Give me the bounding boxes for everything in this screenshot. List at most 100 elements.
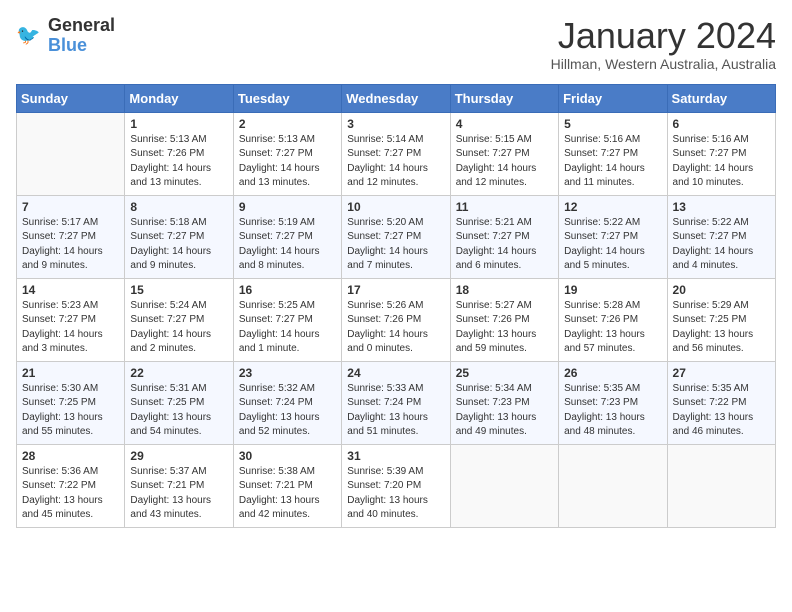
day-number: 6 [673,117,770,131]
day-info: Sunrise: 5:27 AM Sunset: 7:26 PM Dayligh… [456,299,553,357]
logo-bird-icon: 🐦 [16,22,44,50]
day-info: Sunrise: 5:13 AM Sunset: 7:27 PM Dayligh… [239,133,336,191]
day-info: Sunrise: 5:31 AM Sunset: 7:25 PM Dayligh… [130,382,227,440]
day-header-thursday: Thursday [450,84,558,112]
week-row-4: 21 Sunrise: 5:30 AM Sunset: 7:25 PM Dayli… [17,361,776,444]
day-info: Sunrise: 5:22 AM Sunset: 7:27 PM Dayligh… [564,216,661,274]
calendar-cell: 20Sunrise: 5:29 AM Sunset: 7:25 PM Dayli… [667,278,775,361]
calendar-cell: 16 Sunrise: 5:25 AM Sunset: 7:27 PM Dayli… [233,278,341,361]
day-number: 13 [673,200,770,214]
calendar-cell: 15 Sunrise: 5:24 AM Sunset: 7:27 PM Dayli… [125,278,233,361]
day-number: 22 [130,366,227,380]
day-info: Sunrise: 5:23 AM Sunset: 7:27 PM Dayligh… [22,299,119,357]
day-info: Sunrise: 5:14 AM Sunset: 7:27 PM Dayligh… [347,133,444,191]
week-row-2: 7 Sunrise: 5:17 AM Sunset: 7:27 PM Daylig… [17,195,776,278]
day-info: Sunrise: 5:18 AM Sunset: 7:27 PM Dayligh… [130,216,227,274]
week-row-5: 28Sunrise: 5:36 AM Sunset: 7:22 PM Dayli… [17,444,776,527]
day-number: 10 [347,200,444,214]
day-number: 15 [130,283,227,297]
calendar-cell: 1 Sunrise: 5:13 AM Sunset: 7:26 PM Daylig… [125,112,233,195]
day-info: Sunrise: 5:37 AM Sunset: 7:21 PM Dayligh… [130,465,227,523]
calendar-cell: 13Sunrise: 5:22 AM Sunset: 7:27 PM Dayli… [667,195,775,278]
day-number: 30 [239,449,336,463]
day-info: Sunrise: 5:20 AM Sunset: 7:27 PM Dayligh… [347,216,444,274]
day-number: 16 [239,283,336,297]
calendar-cell: 22 Sunrise: 5:31 AM Sunset: 7:25 PM Dayli… [125,361,233,444]
day-number: 9 [239,200,336,214]
day-info: Sunrise: 5:32 AM Sunset: 7:24 PM Dayligh… [239,382,336,440]
day-number: 11 [456,200,553,214]
day-number: 8 [130,200,227,214]
day-number: 27 [673,366,770,380]
day-info: Sunrise: 5:25 AM Sunset: 7:27 PM Dayligh… [239,299,336,357]
logo-text: General Blue [48,16,115,56]
day-info: Sunrise: 5:13 AM Sunset: 7:26 PM Dayligh… [130,133,227,191]
day-info: Sunrise: 5:28 AM Sunset: 7:26 PM Dayligh… [564,299,661,357]
day-number: 4 [456,117,553,131]
day-number: 28 [22,449,119,463]
day-number: 19 [564,283,661,297]
calendar-cell: 29 Sunrise: 5:37 AM Sunset: 7:21 PM Dayli… [125,444,233,527]
day-header-friday: Friday [559,84,667,112]
day-number: 29 [130,449,227,463]
calendar-cell: 11Sunrise: 5:21 AM Sunset: 7:27 PM Dayli… [450,195,558,278]
day-info: Sunrise: 5:29 AM Sunset: 7:25 PM Dayligh… [673,299,770,357]
calendar-cell: 7 Sunrise: 5:17 AM Sunset: 7:27 PM Daylig… [17,195,125,278]
day-info: Sunrise: 5:16 AM Sunset: 7:27 PM Dayligh… [564,133,661,191]
day-info: Sunrise: 5:24 AM Sunset: 7:27 PM Dayligh… [130,299,227,357]
day-number: 31 [347,449,444,463]
day-info: Sunrise: 5:30 AM Sunset: 7:25 PM Dayligh… [22,382,119,440]
calendar-cell: 12 Sunrise: 5:22 AM Sunset: 7:27 PM Dayli… [559,195,667,278]
logo: 🐦 General Blue [16,16,115,56]
calendar-cell: 26 Sunrise: 5:35 AM Sunset: 7:23 PM Dayli… [559,361,667,444]
day-number: 26 [564,366,661,380]
calendar-table: SundayMondayTuesdayWednesdayThursdayFrid… [16,84,776,528]
day-number: 3 [347,117,444,131]
day-number: 2 [239,117,336,131]
day-number: 7 [22,200,119,214]
calendar-cell [559,444,667,527]
day-header-saturday: Saturday [667,84,775,112]
calendar-cell: 21 Sunrise: 5:30 AM Sunset: 7:25 PM Dayli… [17,361,125,444]
calendar-cell: 4 Sunrise: 5:15 AM Sunset: 7:27 PM Daylig… [450,112,558,195]
day-header-wednesday: Wednesday [342,84,450,112]
days-header-row: SundayMondayTuesdayWednesdayThursdayFrid… [17,84,776,112]
day-info: Sunrise: 5:35 AM Sunset: 7:23 PM Dayligh… [564,382,661,440]
calendar-cell: 3 Sunrise: 5:14 AM Sunset: 7:27 PM Daylig… [342,112,450,195]
calendar-title: January 2024 [551,16,776,56]
calendar-cell: 14 Sunrise: 5:23 AM Sunset: 7:27 PM Dayli… [17,278,125,361]
day-info: Sunrise: 5:34 AM Sunset: 7:23 PM Dayligh… [456,382,553,440]
day-number: 17 [347,283,444,297]
day-number: 24 [347,366,444,380]
week-row-3: 14 Sunrise: 5:23 AM Sunset: 7:27 PM Dayli… [17,278,776,361]
day-info: Sunrise: 5:17 AM Sunset: 7:27 PM Dayligh… [22,216,119,274]
day-number: 25 [456,366,553,380]
calendar-cell: 17Sunrise: 5:26 AM Sunset: 7:26 PM Dayli… [342,278,450,361]
day-info: Sunrise: 5:35 AM Sunset: 7:22 PM Dayligh… [673,382,770,440]
day-number: 21 [22,366,119,380]
day-info: Sunrise: 5:38 AM Sunset: 7:21 PM Dayligh… [239,465,336,523]
calendar-cell: 23 Sunrise: 5:32 AM Sunset: 7:24 PM Dayli… [233,361,341,444]
day-header-monday: Monday [125,84,233,112]
calendar-cell: 6Sunrise: 5:16 AM Sunset: 7:27 PM Daylig… [667,112,775,195]
day-info: Sunrise: 5:19 AM Sunset: 7:27 PM Dayligh… [239,216,336,274]
calendar-cell: 10 Sunrise: 5:20 AM Sunset: 7:27 PM Dayli… [342,195,450,278]
day-header-sunday: Sunday [17,84,125,112]
day-number: 23 [239,366,336,380]
calendar-cell: 2 Sunrise: 5:13 AM Sunset: 7:27 PM Daylig… [233,112,341,195]
calendar-cell: 27 Sunrise: 5:35 AM Sunset: 7:22 PM Dayli… [667,361,775,444]
day-number: 12 [564,200,661,214]
title-block: January 2024 Hillman, Western Australia,… [551,16,776,72]
calendar-cell: 19 Sunrise: 5:28 AM Sunset: 7:26 PM Dayli… [559,278,667,361]
day-header-tuesday: Tuesday [233,84,341,112]
page-header: 🐦 General Blue January 2024 Hillman, Wes… [16,16,776,72]
day-number: 14 [22,283,119,297]
day-number: 1 [130,117,227,131]
calendar-cell: 25 Sunrise: 5:34 AM Sunset: 7:23 PM Dayli… [450,361,558,444]
calendar-cell: 18Sunrise: 5:27 AM Sunset: 7:26 PM Dayli… [450,278,558,361]
calendar-cell: 5Sunrise: 5:16 AM Sunset: 7:27 PM Daylig… [559,112,667,195]
calendar-cell: 9 Sunrise: 5:19 AM Sunset: 7:27 PM Daylig… [233,195,341,278]
day-info: Sunrise: 5:15 AM Sunset: 7:27 PM Dayligh… [456,133,553,191]
svg-text:🐦: 🐦 [16,24,40,46]
day-info: Sunrise: 5:39 AM Sunset: 7:20 PM Dayligh… [347,465,444,523]
